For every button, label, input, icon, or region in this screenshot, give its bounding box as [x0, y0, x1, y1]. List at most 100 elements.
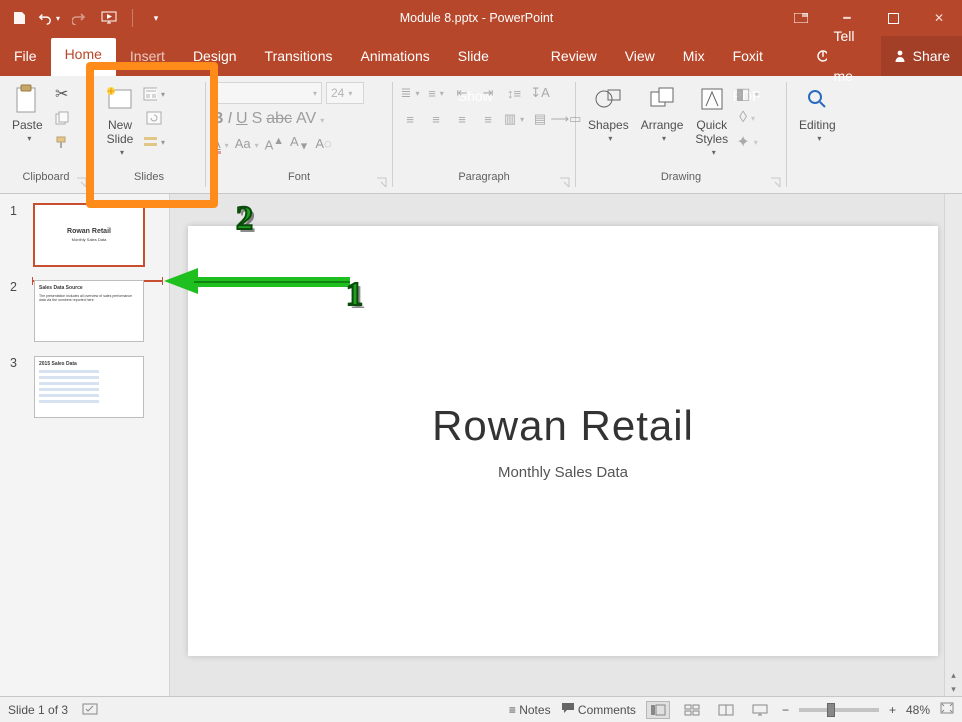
align-left-icon[interactable]: ≡: [399, 108, 421, 130]
text-direction-icon[interactable]: ↧A: [529, 82, 551, 104]
justify-icon[interactable]: ≡: [477, 108, 499, 130]
thumb-3-preview[interactable]: 2015 Sales Data: [34, 356, 144, 418]
slide-thumbnail-pane[interactable]: 1 Rowan Retail Monthly Sales Data 2 Sale…: [0, 194, 170, 696]
italic-icon[interactable]: I: [228, 110, 232, 128]
smartart-icon[interactable]: ⟶▭: [555, 108, 577, 130]
ribbon-tabs: File Home Insert Design Transitions Anim…: [0, 36, 962, 76]
bullets-icon[interactable]: ≣▾: [399, 82, 421, 104]
ribbon-display-options-icon[interactable]: [778, 0, 824, 36]
slide-canvas-area[interactable]: Rowan Retail Monthly Sales Data ▴▾: [170, 194, 962, 696]
align-right-icon[interactable]: ≡: [451, 108, 473, 130]
shrink-font-icon[interactable]: A▼: [290, 134, 309, 153]
qat-customize-icon[interactable]: ▾: [145, 7, 167, 29]
slide-title[interactable]: Rowan Retail: [432, 402, 694, 450]
numbering-icon[interactable]: ≡▾: [425, 82, 447, 104]
vertical-scrollbar[interactable]: ▴▾: [944, 194, 962, 696]
font-color-icon[interactable]: A▾: [212, 136, 229, 151]
start-slideshow-icon[interactable]: [98, 7, 120, 29]
zoom-level[interactable]: 48%: [906, 703, 930, 717]
quick-styles-button[interactable]: Quick Styles▾: [689, 82, 734, 162]
cut-icon[interactable]: ✂: [51, 84, 73, 104]
next-slide-icon[interactable]: ▾: [945, 682, 962, 696]
increase-indent-icon[interactable]: ⇥: [477, 82, 499, 104]
tab-mix[interactable]: Mix: [669, 36, 719, 76]
font-group-label: Font: [288, 171, 310, 183]
underline-icon[interactable]: U: [236, 110, 248, 128]
tab-home[interactable]: Home: [51, 38, 116, 76]
window-controls: ━ ✕: [778, 0, 962, 36]
paste-button[interactable]: Paste▾: [6, 82, 49, 148]
clipboard-launcher-icon[interactable]: [76, 177, 88, 189]
normal-view-icon[interactable]: [646, 701, 670, 719]
reset-slide-icon[interactable]: [143, 108, 165, 128]
redo-icon[interactable]: [68, 7, 90, 29]
arrange-button[interactable]: Arrange▾: [635, 82, 690, 148]
section-icon[interactable]: ▾: [143, 132, 165, 152]
shape-fill-icon[interactable]: ◧▾: [736, 84, 758, 104]
bold-icon[interactable]: B: [212, 110, 224, 128]
char-spacing-icon[interactable]: AV▾: [296, 110, 324, 128]
current-slide[interactable]: Rowan Retail Monthly Sales Data: [188, 226, 938, 656]
copy-icon[interactable]: [51, 108, 73, 128]
tab-animations[interactable]: Animations: [346, 36, 443, 76]
statusbar: Slide 1 of 3 ≡ Notes Comments − + 48%: [0, 696, 962, 722]
font-size-dropdown[interactable]: 24▾: [326, 82, 364, 104]
shape-outline-icon[interactable]: ◊▾: [736, 108, 758, 128]
slide-layout-icon[interactable]: ▾: [143, 84, 165, 104]
line-spacing-icon[interactable]: ↕≡: [503, 82, 525, 104]
slideshow-view-icon[interactable]: [748, 701, 772, 719]
save-icon[interactable]: [8, 7, 30, 29]
notes-button[interactable]: ≡ Notes: [509, 703, 551, 717]
tab-foxit-pdf[interactable]: Foxit PDF: [719, 36, 805, 76]
editing-button[interactable]: Editing▾: [793, 82, 842, 148]
tab-slideshow[interactable]: Slide Show: [444, 36, 537, 76]
close-icon[interactable]: ✕: [916, 0, 962, 36]
change-case-icon[interactable]: Aa▾: [235, 136, 259, 151]
thumb-2[interactable]: 2 Sales Data Source The presentation inc…: [0, 280, 169, 356]
reading-view-icon[interactable]: [714, 701, 738, 719]
font-launcher-icon[interactable]: [376, 177, 388, 189]
align-text-icon[interactable]: ▤: [529, 108, 551, 130]
tab-view[interactable]: View: [611, 36, 669, 76]
drawing-launcher-icon[interactable]: [770, 177, 782, 189]
paragraph-launcher-icon[interactable]: [559, 177, 571, 189]
tab-file[interactable]: File: [0, 36, 51, 76]
shadow-icon[interactable]: S: [252, 110, 263, 128]
font-face-dropdown[interactable]: ▾: [212, 82, 322, 104]
new-slide-button[interactable]: New Slide▾: [99, 82, 141, 162]
decrease-indent-icon[interactable]: ⇤: [451, 82, 473, 104]
sorter-view-icon[interactable]: [680, 701, 704, 719]
undo-icon[interactable]: ▾: [38, 7, 60, 29]
thumb-1-preview[interactable]: Rowan Retail Monthly Sales Data: [34, 204, 144, 266]
spellcheck-icon[interactable]: [82, 701, 98, 718]
slide-subtitle[interactable]: Monthly Sales Data: [498, 464, 628, 481]
thumb-2-preview[interactable]: Sales Data Source The presentation inclu…: [34, 280, 144, 342]
zoom-out-icon[interactable]: −: [782, 703, 789, 717]
thumb-1[interactable]: 1 Rowan Retail Monthly Sales Data: [0, 204, 169, 280]
shapes-button[interactable]: Shapes▾: [582, 82, 635, 148]
strikethrough-icon[interactable]: abc: [266, 110, 292, 128]
columns-icon[interactable]: ▥▾: [503, 108, 525, 130]
quick-styles-icon: [697, 84, 727, 114]
prev-slide-icon[interactable]: ▴: [945, 668, 962, 682]
ribbon: Paste▾ ✂ Clipboard New Slide▾ ▾ ▾ Slides: [0, 76, 962, 194]
tab-review[interactable]: Review: [537, 36, 611, 76]
shape-effects-icon[interactable]: ✦▾: [736, 132, 758, 152]
tab-design[interactable]: Design: [179, 36, 251, 76]
tell-me[interactable]: Tell me: [804, 36, 880, 76]
clear-formatting-icon[interactable]: A◌: [315, 136, 331, 151]
share-label: Share: [913, 36, 950, 76]
align-center-icon[interactable]: ≡: [425, 108, 447, 130]
zoom-in-icon[interactable]: +: [889, 703, 896, 717]
paste-label: Paste: [12, 118, 43, 132]
share-button[interactable]: Share: [881, 36, 962, 76]
thumb-3[interactable]: 3 2015 Sales Data: [0, 356, 169, 432]
fit-to-window-icon[interactable]: [940, 702, 954, 717]
tab-insert[interactable]: Insert: [116, 36, 179, 76]
comments-button[interactable]: Comments: [561, 702, 636, 717]
format-painter-icon[interactable]: [51, 132, 73, 152]
maximize-icon[interactable]: [870, 0, 916, 36]
grow-font-icon[interactable]: A▲: [265, 135, 284, 152]
zoom-slider[interactable]: [799, 708, 879, 712]
tab-transitions[interactable]: Transitions: [251, 36, 347, 76]
